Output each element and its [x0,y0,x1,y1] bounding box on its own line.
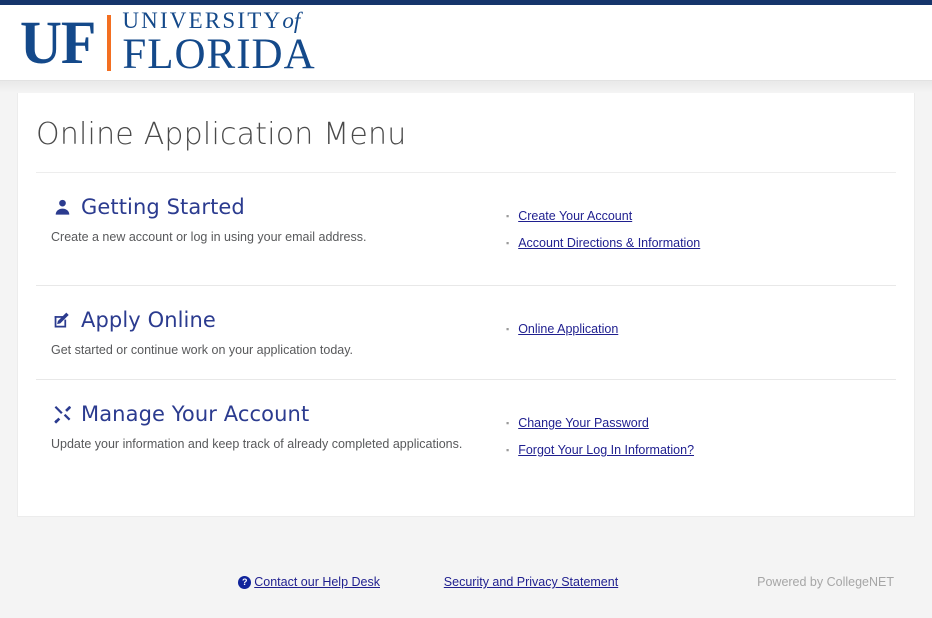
uf-logo[interactable]: UF UNIVERSITYof FLORIDA [20,7,316,77]
site-header: UF UNIVERSITYof FLORIDA [0,5,932,81]
section-heading: Apply Online [51,308,506,332]
section-description-column: Getting Started Create a new account or … [36,195,506,263]
bullet-icon: ▪ [506,418,510,428]
link-list: ▪ Create Your Account ▪ Account Directio… [506,209,896,251]
uf-monogram: UF [20,7,96,77]
pencil-square-icon [51,309,73,331]
section-description: Get started or continue work on your app… [51,343,354,357]
bullet-icon: ▪ [506,324,510,334]
question-circle-icon: ? [238,575,252,589]
list-item: ▪ Create Your Account [506,209,896,224]
section-description: Create a new account or log in using you… [51,230,367,244]
section-manage-your-account: Manage Your Account Update your informat… [18,380,914,492]
tools-icon [51,403,73,425]
page-title: Online Application Menu [36,117,407,152]
bullet-icon: ▪ [506,238,510,248]
uf-university-text: UNIVERSITY [122,8,283,33]
list-item: ▪ Change Your Password [506,416,896,431]
uf-florida-text: FLORIDA [122,31,316,78]
main-content-card: Online Application Menu Getting Started … [17,93,915,517]
link-forgot-login-information[interactable]: Forgot Your Log In Information? [518,443,694,457]
link-account-directions[interactable]: Account Directions & Information [518,236,700,250]
list-item: ▪ Online Application [506,322,896,337]
link-list: ▪ Change Your Password ▪ Forgot Your Log… [506,416,896,458]
section-heading-label: Getting Started [81,195,245,219]
section-links-column: ▪ Create Your Account ▪ Account Directio… [506,195,896,263]
section-links-column: ▪ Online Application [506,308,896,357]
link-security-privacy-statement[interactable]: Security and Privacy Statement [444,575,618,589]
link-list: ▪ Online Application [506,322,896,337]
link-create-your-account[interactable]: Create Your Account [518,209,632,223]
uf-wordmark: UNIVERSITYof FLORIDA [122,9,315,76]
uf-of-text: of [282,8,301,33]
list-item: ▪ Forgot Your Log In Information? [506,443,896,458]
page-footer: ? Contact our Help Desk Security and Pri… [0,575,932,589]
bullet-icon: ▪ [506,445,510,455]
section-apply-online: Apply Online Get started or continue wor… [18,286,914,379]
section-heading: Manage Your Account [51,402,506,426]
section-description-column: Manage Your Account Update your informat… [36,402,506,470]
footer-security-group: Security and Privacy Statement [390,575,672,589]
footer-help-group: ? Contact our Help Desk [0,575,390,589]
user-icon [51,196,73,218]
link-change-your-password[interactable]: Change Your Password [518,416,649,430]
section-heading: Getting Started [51,195,506,219]
uf-wordmark-university: UNIVERSITYof [122,9,315,32]
section-getting-started: Getting Started Create a new account or … [18,173,914,285]
section-description: Update your information and keep track o… [51,437,463,451]
list-item: ▪ Account Directions & Information [506,236,896,251]
section-links-column: ▪ Change Your Password ▪ Forgot Your Log… [506,402,896,470]
logo-divider-bar [107,14,112,71]
section-heading-label: Apply Online [81,308,216,332]
section-description-column: Apply Online Get started or continue wor… [36,308,506,357]
bullet-icon: ▪ [506,211,510,221]
footer-powered-by: Powered by CollegeNET [757,575,894,589]
header-shadow-strip [0,81,932,93]
link-contact-help-desk[interactable]: Contact our Help Desk [254,575,380,589]
link-online-application[interactable]: Online Application [518,322,618,336]
section-heading-label: Manage Your Account [81,402,310,426]
